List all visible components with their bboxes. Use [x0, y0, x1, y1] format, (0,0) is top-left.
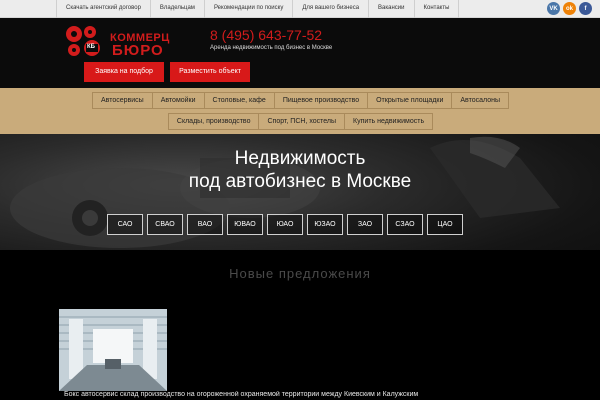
logo[interactable]: КБ КОММЕРЦ БЮРО	[60, 24, 172, 59]
category-buy-property[interactable]: Купить недвижимость	[344, 113, 434, 130]
category-open-areas[interactable]: Открытые площадки	[367, 92, 453, 109]
request-search-button[interactable]: Заявка на подбор	[84, 62, 164, 82]
district-yuzao[interactable]: ЮЗАО	[307, 214, 343, 235]
topnav-search-tips-link[interactable]: Рекомендации по поиску	[203, 0, 292, 18]
category-row-2: Склады, производство Спорт, ПСН, хостелы…	[0, 113, 600, 130]
topnav-owners-link[interactable]: Владельцам	[149, 0, 204, 18]
topnav-for-business-link[interactable]: Для вашего бизнеса	[292, 0, 368, 18]
district-yuvao[interactable]: ЮВАО	[227, 214, 263, 235]
category-car-services[interactable]: Автосервисы	[91, 92, 153, 109]
offer-card-title[interactable]: Бокс автосервис склад производство на ог…	[64, 391, 584, 398]
logo-badge: КБ	[87, 44, 95, 50]
category-warehouses[interactable]: Склады, производство	[167, 113, 260, 130]
garage-photo	[59, 309, 167, 391]
category-car-washes[interactable]: Автомойки	[151, 92, 205, 109]
facebook-icon[interactable]: f	[579, 2, 592, 15]
district-sao[interactable]: САО	[107, 214, 143, 235]
offer-card-image[interactable]	[59, 309, 167, 391]
category-nav: Автосервисы Автомойки Столовые, кафе Пищ…	[0, 88, 600, 134]
category-row-1: Автосервисы Автомойки Столовые, кафе Пищ…	[0, 92, 600, 109]
district-tsao[interactable]: ЦАО	[427, 214, 463, 235]
social-links: VK ok f	[547, 2, 592, 15]
hero-title-line-2: под автобизнес в Москве	[188, 171, 412, 192]
vk-icon[interactable]: VK	[547, 2, 560, 15]
category-sport-hostels[interactable]: Спорт, ПСН, хостелы	[258, 113, 346, 130]
site-header: КБ КОММЕРЦ БЮРО 8 (495) 643-77-52 Аренда…	[0, 18, 600, 88]
district-szao[interactable]: СЗАО	[387, 214, 423, 235]
phone-number[interactable]: 8 (495) 643-77-52	[210, 27, 322, 43]
place-object-button[interactable]: Разместить объект	[170, 62, 250, 82]
district-vao[interactable]: ВАО	[187, 214, 223, 235]
topnav-contacts-link[interactable]: Контакты	[413, 0, 460, 18]
top-bar: Скачать агентский договор Владельцам Рек…	[0, 0, 600, 18]
category-canteens-cafes[interactable]: Столовые, кафе	[203, 92, 275, 109]
top-nav: Скачать агентский договор Владельцам Рек…	[56, 0, 460, 18]
district-yuao[interactable]: ЮАО	[267, 214, 303, 235]
category-food-production[interactable]: Пищевое производство	[273, 92, 369, 109]
logo-text-bottom: БЮРО	[112, 42, 164, 59]
page: Скачать агентский договор Владельцам Рек…	[0, 0, 600, 400]
category-car-dealerships[interactable]: Автосалоны	[451, 92, 509, 109]
odnoklassniki-icon[interactable]: ok	[563, 2, 576, 15]
hero-title-line-1: Недвижимость	[234, 148, 366, 169]
tagline: Аренда недвижимость под бизнес в Москве	[210, 45, 333, 51]
topnav-vacancies-link[interactable]: Вакансии	[368, 0, 413, 18]
district-svao[interactable]: СВАО	[147, 214, 183, 235]
district-buttons: САО СВАО ВАО ЮВАО ЮАО ЮЗАО ЗАО СЗАО ЦАО	[107, 214, 463, 235]
topnav-agent-contract-link[interactable]: Скачать агентский договор	[56, 0, 150, 18]
district-zao[interactable]: ЗАО	[347, 214, 383, 235]
new-offers-title: Новые предложения	[229, 266, 371, 281]
